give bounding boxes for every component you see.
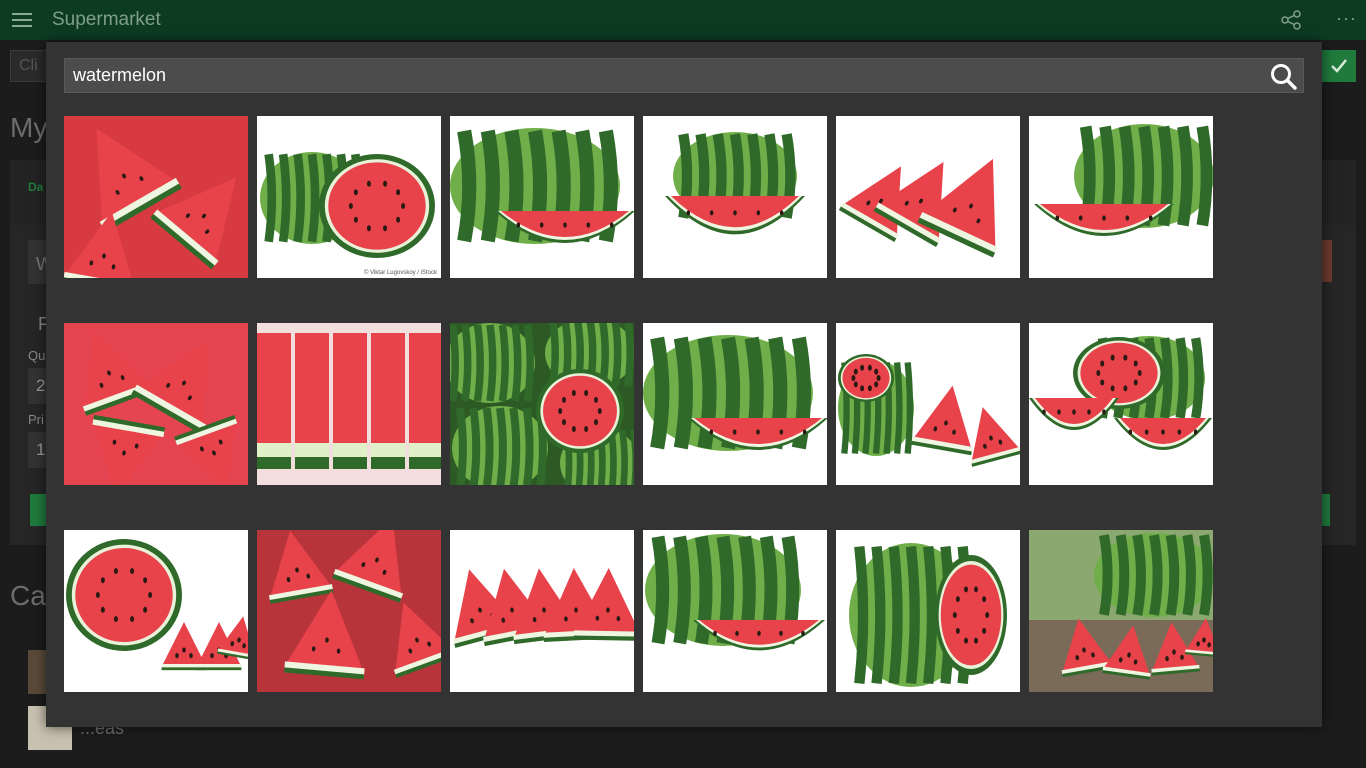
watermelon-image <box>643 116 827 278</box>
search-box <box>64 58 1304 93</box>
item-thumbnail <box>1322 240 1332 282</box>
panel-tab[interactable]: Da <box>28 180 43 194</box>
image-result-thumbnail[interactable] <box>1029 116 1213 278</box>
image-result-thumbnail[interactable] <box>836 530 1020 692</box>
app-title: Supermarket <box>52 9 161 30</box>
confirm-button[interactable] <box>1322 50 1356 82</box>
watermelon-image <box>64 116 248 278</box>
watermelon-image <box>257 530 441 692</box>
checkmark-icon <box>1331 59 1347 73</box>
watermelon-image <box>450 323 634 485</box>
image-result-thumbnail[interactable] <box>836 116 1020 278</box>
watermelon-image <box>1029 530 1213 692</box>
watermelon-image <box>643 530 827 692</box>
image-result-thumbnail[interactable] <box>257 323 441 485</box>
image-result-thumbnail[interactable] <box>64 116 248 278</box>
title-bar: Supermarket ··· <box>0 0 1366 40</box>
watermelon-image <box>1029 116 1213 278</box>
watermelon-image <box>836 530 1020 692</box>
price-value: 1 <box>36 440 46 459</box>
image-result-thumbnail[interactable] <box>643 530 827 692</box>
watermelon-image <box>450 530 634 692</box>
watermelon-image <box>643 323 827 485</box>
image-result-thumbnail[interactable] <box>643 323 827 485</box>
image-result-thumbnail[interactable] <box>836 323 1020 485</box>
image-result-thumbnail[interactable] <box>64 530 248 692</box>
quantity-label: Qu <box>28 348 46 363</box>
search-icon[interactable] <box>1269 62 1299 90</box>
watermelon-image <box>450 116 634 278</box>
watermelon-image: © Viktar Lugovskoy / iStock <box>257 116 441 278</box>
image-search-dialog: © Viktar Lugovskoy / iStock <box>46 42 1322 727</box>
watermelon-image <box>836 116 1020 278</box>
image-result-thumbnail[interactable] <box>1029 323 1213 485</box>
image-result-thumbnail[interactable] <box>450 116 634 278</box>
my-list-heading: My <box>10 112 48 143</box>
image-result-thumbnail[interactable]: © Viktar Lugovskoy / iStock <box>257 116 441 278</box>
item-name-input-text: Cli <box>19 57 38 74</box>
watermelon-image <box>836 323 1020 485</box>
image-caption: © Viktar Lugovskoy / iStock <box>364 269 438 276</box>
more-options-icon[interactable]: ··· <box>1336 8 1357 29</box>
price-label: Pri <box>28 412 44 427</box>
image-result-thumbnail[interactable] <box>64 323 248 485</box>
image-result-thumbnail[interactable] <box>643 116 827 278</box>
image-result-thumbnail[interactable] <box>257 530 441 692</box>
search-input[interactable] <box>73 59 1253 92</box>
watermelon-image <box>257 323 441 485</box>
watermelon-image <box>64 530 248 692</box>
hamburger-menu-icon[interactable] <box>12 13 32 27</box>
share-icon[interactable] <box>1280 10 1302 30</box>
image-result-thumbnail[interactable] <box>450 530 634 692</box>
watermelon-image <box>1029 323 1213 485</box>
image-result-thumbnail[interactable] <box>1029 530 1213 692</box>
image-result-thumbnail[interactable] <box>450 323 634 485</box>
quantity-value: 2 <box>36 376 46 395</box>
watermelon-image <box>64 323 248 485</box>
